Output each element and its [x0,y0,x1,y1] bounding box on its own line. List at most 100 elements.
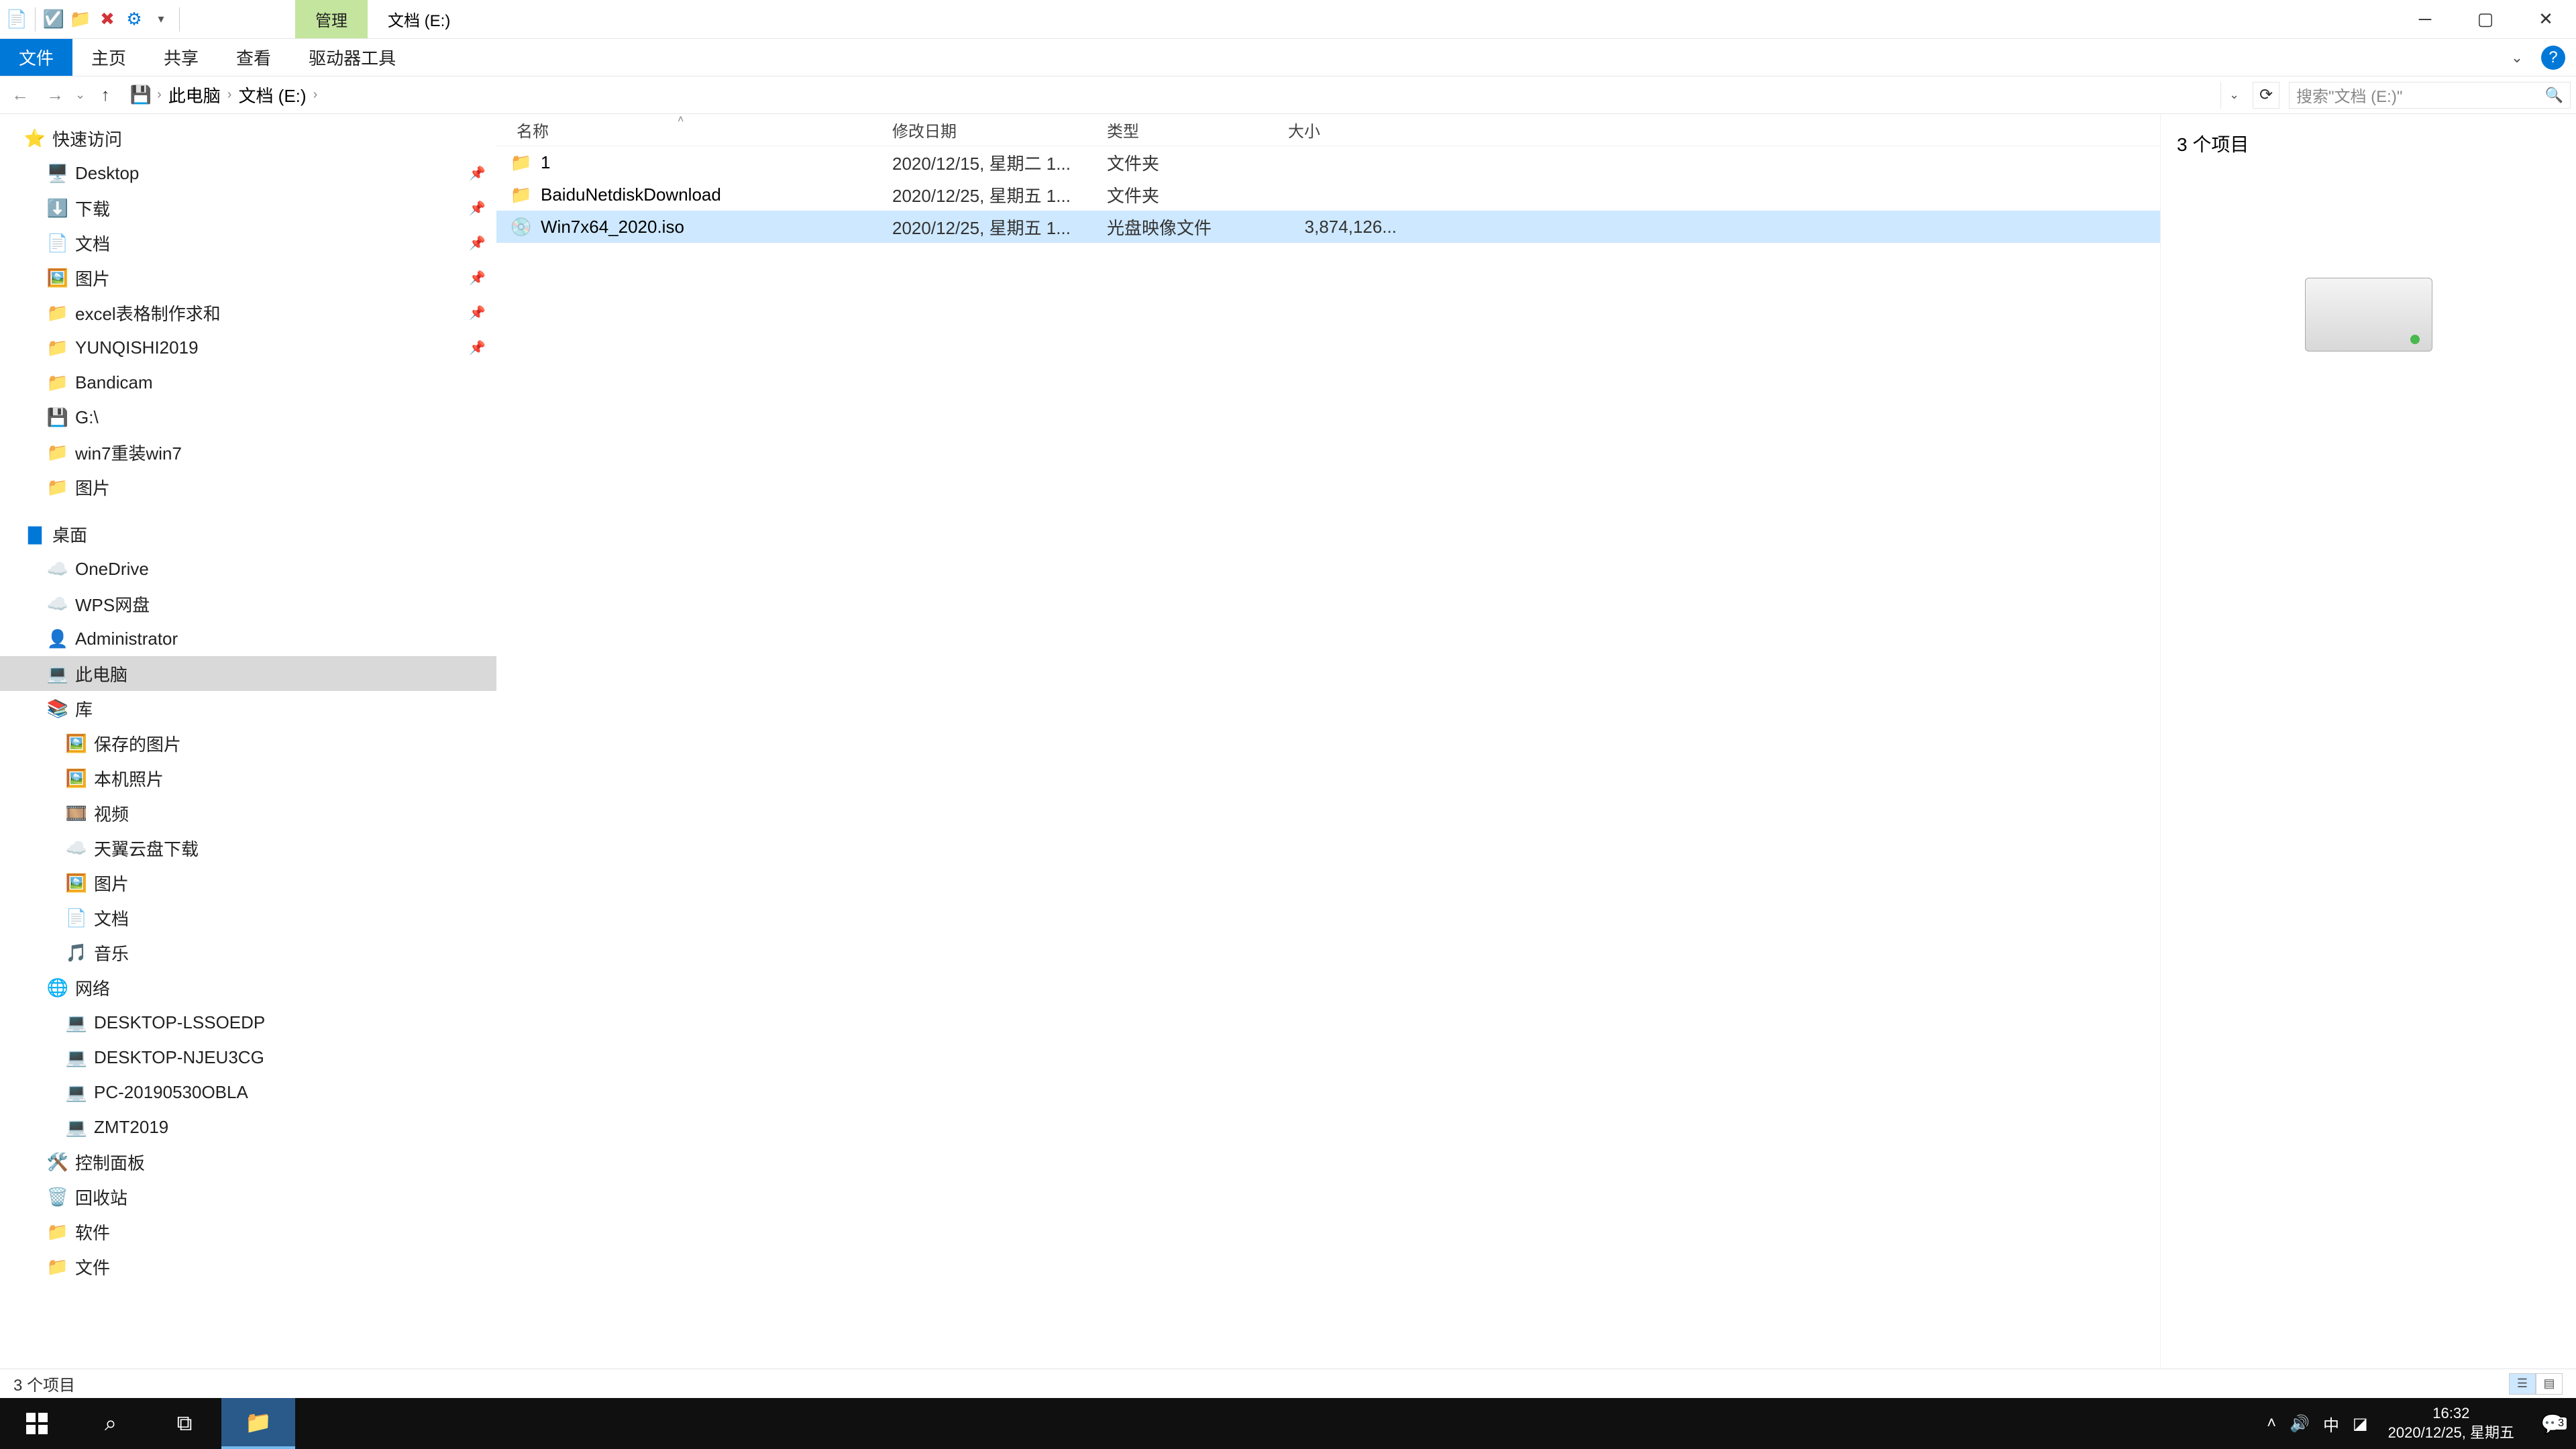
nav-desktop[interactable]: ▇ 桌面 [0,517,496,551]
nav-label: PC-20190530OBLA [94,1082,248,1103]
crumb-pc[interactable]: 此电脑 [168,83,221,107]
nav-recycle-bin[interactable]: 🗑️ 回收站 [0,1179,496,1214]
col-name[interactable]: 名称˄ [496,118,892,142]
qat-dropdown-icon[interactable]: ▾ [150,8,172,31]
col-size[interactable]: 大小 [1288,118,1402,142]
tab-drive-tools[interactable]: 驱动器工具 [290,39,415,76]
search-button[interactable]: ⌕ [74,1398,148,1449]
nav-label: 文件 [75,1254,110,1279]
nav-net-item[interactable]: 💻PC-20190530OBLA [0,1075,496,1110]
task-view-button[interactable]: ⧉ [148,1398,221,1449]
file-icon: 📁 [510,184,533,205]
tab-share[interactable]: 共享 [145,39,217,76]
refresh-button[interactable]: ⟳ [2253,82,2279,109]
app-icon[interactable]: 📄 [5,8,28,31]
nav-control-panel[interactable]: 🛠️ 控制面板 [0,1144,496,1179]
chevron-right-icon[interactable]: › [154,87,164,103]
context-tab-manage[interactable]: 管理 [295,0,368,38]
nav-network[interactable]: 🌐 网络 [0,970,496,1005]
recent-dropdown-icon[interactable]: ⌄ [75,88,85,102]
nav-lib-item[interactable]: 🎞️视频 [0,796,496,830]
nav-label: 下载 [75,196,110,221]
nav-quick-item[interactable]: 🖥️Desktop📌 [0,156,496,191]
nav-label: 文档 [75,231,110,256]
breadcrumb[interactable]: 💾 › 此电脑 › 文档 (E:) › [125,82,2215,108]
taskbar-explorer[interactable]: 📁 [221,1398,295,1449]
nav-label: win7重装win7 [75,440,182,465]
nav-quick-item[interactable]: 📁win7重装win7 [0,435,496,470]
nav-lib-item[interactable]: 📄文档 [0,900,496,935]
nav-quick-item[interactable]: 🖼️图片📌 [0,260,496,295]
address-dropdown-icon[interactable]: ⌄ [2220,82,2247,109]
minimize-button[interactable]: ─ [2395,0,2455,38]
nav-label: G:\ [75,407,99,428]
nav-desktop-item[interactable]: 📚库 [0,691,496,726]
qat-folder-icon[interactable]: 📁 [69,8,92,31]
action-center-button[interactable]: 💬3 [2534,1413,2571,1435]
file-row[interactable]: 💿Win7x64_2020.iso2020/12/25, 星期五 1...光盘映… [496,211,2160,243]
nav-quick-item[interactable]: 📁YUNQISHI2019📌 [0,330,496,365]
nav-quick-access[interactable]: ⭐ 快速访问 [0,121,496,156]
back-button[interactable]: ← [5,80,35,110]
file-list[interactable]: 名称˄ 修改日期 类型 大小 📁12020/12/15, 星期二 1...文件夹… [496,114,2160,1368]
tray-ime-indicator[interactable]: 中 [2323,1412,2339,1436]
tab-view[interactable]: 查看 [217,39,290,76]
nav-lib-item[interactable]: 🖼️本机照片 [0,761,496,796]
nav-lib-item[interactable]: 🎵音乐 [0,935,496,970]
nav-net-item[interactable]: 💻DESKTOP-LSSOEDP [0,1005,496,1040]
tab-file[interactable]: 文件 [0,39,72,76]
ribbon-collapse-icon[interactable]: ⌄ [2498,39,2536,76]
crumb-drive[interactable]: 文档 (E:) [238,83,306,107]
nav-lib-item[interactable]: 🖼️图片 [0,865,496,900]
ribbon-tabs: 文件 主页 共享 查看 驱动器工具 ⌄ ? [0,39,2576,76]
address-bar: ← → ⌄ ↑ 💾 › 此电脑 › 文档 (E:) › ⌄ ⟳ 搜索"文档 (E… [0,76,2576,114]
up-button[interactable]: ↑ [91,80,120,110]
col-type[interactable]: 类型 [1107,118,1288,142]
nav-net-item[interactable]: 💻ZMT2019 [0,1110,496,1144]
qat-checkbox-icon[interactable]: ☑️ [42,8,65,31]
tray-clock[interactable]: 16:32 2020/12/25, 星期五 [2381,1404,2521,1442]
close-button[interactable]: ✕ [2516,0,2576,38]
nav-quick-item[interactable]: 📁图片 [0,470,496,504]
file-date: 2020/12/15, 星期二 1... [892,150,1107,175]
nav-label: YUNQISHI2019 [75,337,199,358]
nav-quick-item[interactable]: ⬇️下载📌 [0,191,496,225]
nav-desktop-item[interactable]: 💻此电脑 [0,656,496,691]
computer-icon: 💻 [66,1117,87,1138]
tray-chevron-up-icon[interactable]: ˄ [2267,1414,2276,1433]
chevron-right-icon[interactable]: › [311,87,321,103]
nav-desktop-item[interactable]: 👤Administrator [0,621,496,656]
column-headers: 名称˄ 修改日期 类型 大小 [496,114,2160,146]
nav-software[interactable]: 📁 软件 [0,1214,496,1249]
nav-quick-item[interactable]: 📁excel表格制作求和📌 [0,295,496,330]
file-row[interactable]: 📁BaiduNetdiskDownload2020/12/25, 星期五 1..… [496,178,2160,211]
nav-files[interactable]: 📁 文件 [0,1249,496,1284]
nav-quick-item[interactable]: 📄文档📌 [0,225,496,260]
details-view-button[interactable]: ☰ [2509,1373,2536,1395]
col-date[interactable]: 修改日期 [892,118,1107,142]
tab-home[interactable]: 主页 [72,39,145,76]
nav-quick-item[interactable]: 📁Bandicam [0,365,496,400]
nav-desktop-item[interactable]: ☁️WPS网盘 [0,586,496,621]
tray-volume-icon[interactable]: 🔊 [2290,1414,2310,1434]
search-input[interactable]: 搜索"文档 (E:)" 🔍 [2289,82,2571,109]
nav-net-item[interactable]: 💻DESKTOP-NJEU3CG [0,1040,496,1075]
nav-quick-item[interactable]: 💾G:\ [0,400,496,435]
icons-view-button[interactable]: ▤ [2536,1373,2563,1395]
nav-lib-item[interactable]: 🖼️保存的图片 [0,726,496,761]
chevron-right-icon[interactable]: › [225,87,235,103]
notification-badge: 3 [2555,1417,2567,1430]
nav-lib-item[interactable]: ☁️天翼云盘下载 [0,830,496,865]
nav-desktop-item[interactable]: ☁️OneDrive [0,551,496,586]
help-icon[interactable]: ? [2541,46,2565,70]
forward-button[interactable]: → [40,80,70,110]
start-button[interactable] [0,1398,74,1449]
pin-icon: 📌 [469,339,486,356]
file-row[interactable]: 📁12020/12/15, 星期二 1...文件夹 [496,146,2160,178]
qat-settings-icon[interactable]: ⚙ [123,8,146,31]
maximize-button[interactable]: ▢ [2455,0,2516,38]
qat-delete-icon[interactable]: ✖ [96,8,119,31]
search-icon[interactable]: 🔍 [2545,87,2563,104]
tray-app-icon[interactable]: ◪ [2353,1414,2368,1434]
item-icon: 💻 [47,663,68,684]
